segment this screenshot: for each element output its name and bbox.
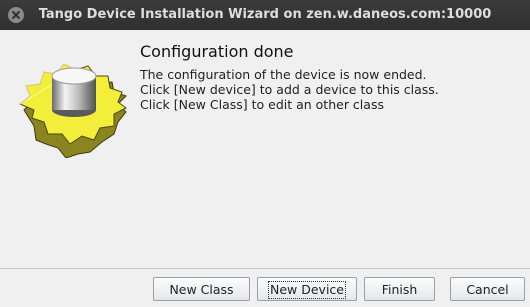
wizard-content: Configuration done The configuration of … (0, 30, 530, 269)
window-title: Tango Device Installation Wizard on zen.… (38, 7, 492, 22)
new-device-label: New Device (268, 281, 346, 299)
page-title: Configuration done (140, 42, 294, 61)
info-line: Click [New Class] to edit an other class (140, 97, 384, 112)
new-device-button[interactable]: New Device (257, 277, 357, 301)
finish-button[interactable]: Finish (364, 277, 435, 301)
button-bar-separator (0, 268, 530, 269)
cancel-button[interactable]: Cancel (450, 277, 525, 301)
new-class-button[interactable]: New Class (153, 277, 250, 301)
info-line: The configuration of the device is now e… (140, 67, 427, 82)
title-bar: Tango Device Installation Wizard on zen.… (0, 0, 530, 30)
info-line: Click [New device] to add a device to th… (140, 82, 439, 97)
yellow-gear-cylinder-icon (19, 63, 127, 158)
